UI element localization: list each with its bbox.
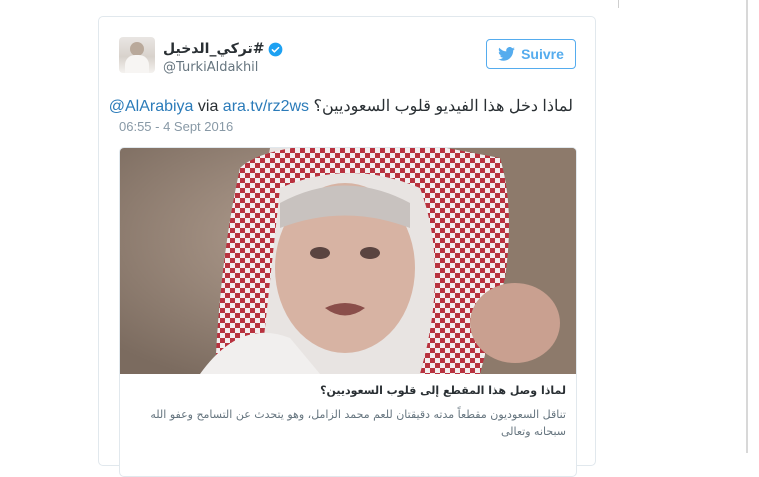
avatar-head-shape bbox=[130, 42, 144, 56]
avatar[interactable] bbox=[119, 37, 155, 73]
embedded-tweet: تركي_الدخيل# @TurkiAldakhil Suivre @AlAr… bbox=[98, 16, 596, 477]
media-card[interactable]: لماذا وصل هذا المقطع إلى قلوب السعوديين؟… bbox=[119, 147, 577, 477]
follow-button[interactable]: Suivre bbox=[486, 39, 576, 69]
author-handle[interactable]: @TurkiAldakhil bbox=[163, 60, 258, 75]
twitter-bird-icon bbox=[498, 47, 515, 61]
tweet-timestamp[interactable]: 06:55 - 4 Sept 2016 bbox=[119, 119, 233, 134]
short-link[interactable]: ara.tv/rz2ws bbox=[223, 98, 309, 115]
tweet-arabic-text: لماذا دخل هذا الفيديو قلوب السعوديين؟ bbox=[313, 98, 574, 115]
card-description: تناقل السعوديون مقطعاً مدته دقيقتان للعم… bbox=[150, 408, 566, 438]
follow-button-label: Suivre bbox=[521, 46, 564, 62]
verified-badge-icon bbox=[269, 42, 283, 56]
video-thumbnail[interactable] bbox=[120, 148, 576, 374]
author-name-row[interactable]: تركي_الدخيل# bbox=[163, 39, 283, 59]
page-divider-right bbox=[746, 0, 748, 453]
avatar-body-shape bbox=[125, 55, 149, 73]
tweet-text: @AlArabiya via ara.tv/rz2ws لماذا دخل هذ… bbox=[109, 96, 573, 116]
card-title[interactable]: لماذا وصل هذا المقطع إلى قلوب السعوديين؟ bbox=[320, 384, 566, 397]
via-text: via bbox=[197, 98, 219, 115]
author-display-name[interactable]: تركي_الدخيل# bbox=[163, 41, 264, 57]
mention-link[interactable]: @AlArabiya bbox=[109, 98, 194, 115]
page-divider-left bbox=[618, 0, 619, 8]
